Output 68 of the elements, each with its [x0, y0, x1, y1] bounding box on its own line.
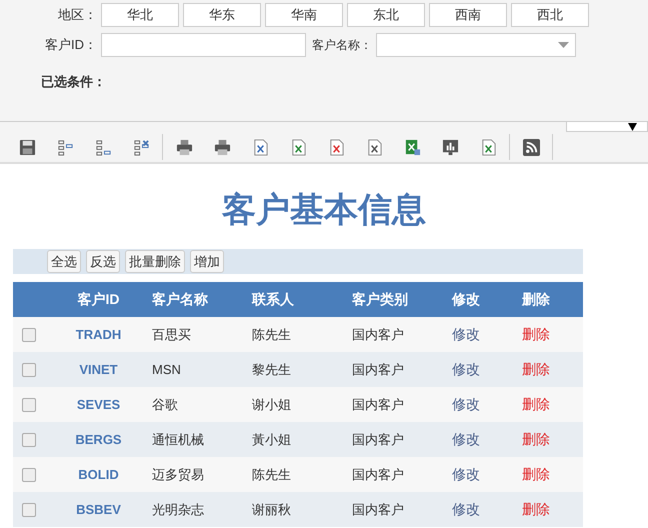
table-cell: MSN	[152, 362, 181, 377]
page-title: 客户基本信息	[222, 190, 426, 230]
row-checkbox[interactable]	[22, 363, 36, 378]
table-cell: 国内客户	[352, 326, 404, 344]
excel-export-icon[interactable]	[404, 138, 420, 156]
table-cell: BSBEV	[76, 502, 121, 517]
action-button[interactable]: 全选	[47, 250, 81, 273]
region-button[interactable]: 华北	[101, 3, 179, 27]
selected-conditions-label: 已选条件：	[41, 73, 106, 91]
field-label: 地区：	[57, 6, 97, 24]
row-checkbox[interactable]	[22, 328, 36, 342]
rss-icon[interactable]	[522, 138, 540, 156]
row-checkbox[interactable]	[22, 398, 36, 412]
region-button[interactable]: 华南	[265, 3, 343, 27]
table-cell: 谢丽秋	[252, 500, 291, 518]
table-cell: SEVES	[76, 397, 120, 412]
column-header: 客户ID	[78, 290, 120, 308]
table-cell: VINET	[79, 362, 118, 377]
table-cell: 光明杂志	[152, 500, 204, 518]
region-button[interactable]: 西南	[429, 3, 507, 27]
printer-icon[interactable]	[176, 138, 192, 156]
tree-icon[interactable]	[56, 138, 74, 156]
field-label: 客户名称：	[312, 36, 372, 54]
column-header: 客户类别	[352, 290, 408, 308]
word-file-icon[interactable]	[252, 138, 268, 156]
region-button[interactable]: 西北	[511, 3, 589, 27]
table-cell: 国内客户	[352, 500, 404, 518]
table-cell: 国内客户	[352, 360, 404, 378]
region-button[interactable]: 华东	[183, 3, 261, 27]
column-header: 联系人	[252, 290, 294, 308]
caret-icon	[558, 42, 569, 48]
table-cell: 通恒机械	[152, 430, 204, 448]
table-cell: 迈多贸易	[152, 466, 204, 484]
field-label: 客户ID：	[44, 36, 97, 54]
table-cell: 国内客户	[352, 396, 404, 414]
chart-icon[interactable]	[442, 138, 458, 156]
row-checkbox[interactable]	[22, 503, 36, 518]
dropdown-toggle[interactable]	[566, 122, 648, 132]
action-button[interactable]: 反选	[86, 250, 120, 273]
action-button[interactable]: 批量删除	[125, 250, 185, 273]
excel-import-icon[interactable]	[480, 138, 496, 156]
action-button[interactable]: 增加	[190, 250, 224, 273]
tree-icon[interactable]	[94, 138, 112, 156]
table-cell: 陈先生	[252, 326, 291, 344]
printer-icon[interactable]	[214, 138, 230, 156]
pdf-file-icon[interactable]	[328, 138, 344, 156]
table-cell: TRADH	[76, 327, 122, 342]
table-cell: 国内客户	[352, 466, 404, 484]
text-file-icon[interactable]	[366, 138, 382, 156]
excel-file-icon[interactable]	[290, 138, 306, 156]
row-checkbox[interactable]	[22, 433, 36, 448]
customer-id-field[interactable]	[101, 33, 306, 57]
table-cell: BOLID	[78, 467, 119, 482]
tree-delete-icon[interactable]	[132, 138, 150, 156]
table-cell: 谷歌	[152, 396, 178, 414]
column-header: 删除	[522, 290, 550, 308]
region-button[interactable]: 东北	[347, 3, 425, 27]
table-cell: 黃小姐	[252, 430, 291, 448]
table-cell: 谢小姐	[252, 396, 291, 414]
table-cell: 陈先生	[252, 466, 291, 484]
table-cell: 国内客户	[352, 430, 404, 448]
table-cell: BERGS	[75, 432, 122, 447]
table-cell: 百思买	[152, 326, 191, 344]
row-checkbox[interactable]	[22, 468, 36, 482]
column-header: 修改	[452, 290, 480, 308]
table-cell: 黎先生	[252, 360, 291, 378]
column-header: 客户名称	[152, 290, 208, 308]
save-icon[interactable]	[18, 138, 36, 156]
